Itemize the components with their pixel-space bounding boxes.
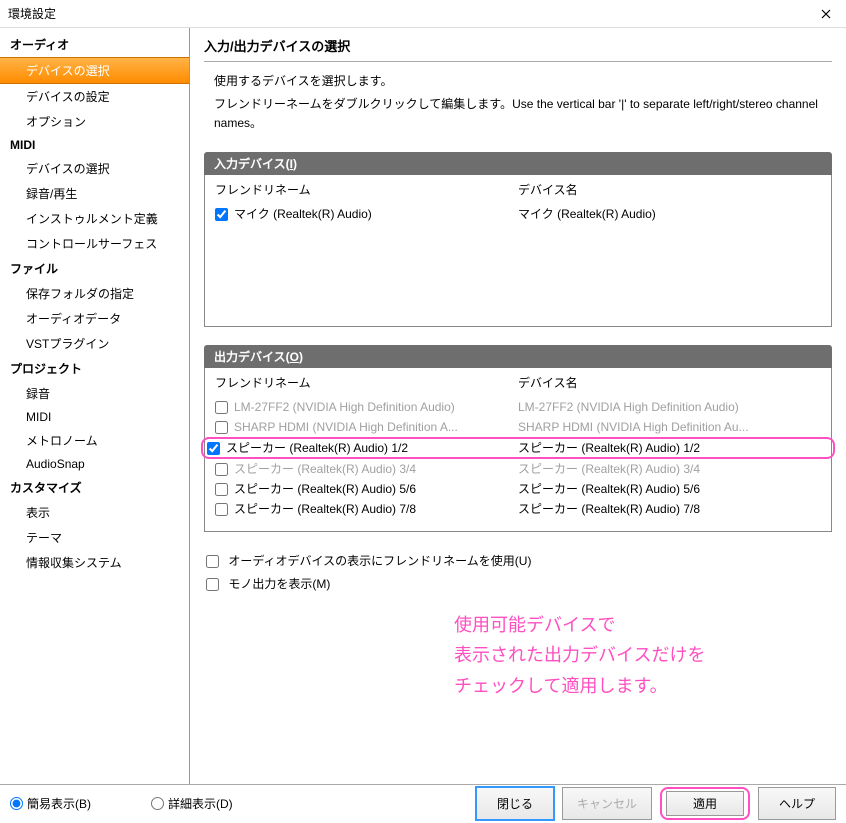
device-row[interactable]: LM-27FF2 (NVIDIA High Definition Audio) L… [205,397,831,417]
close-dialog-button[interactable]: 閉じる [476,787,554,820]
device-checkbox[interactable] [215,208,228,221]
device-name: スピーカー (Realtek(R) Audio) 3/4 [518,460,821,478]
sidebar-item[interactable]: 録音/再生 [0,181,189,206]
device-friendly-name: スピーカー (Realtek(R) Audio) 5/6 [234,482,416,496]
footer: 簡易表示(B) 詳細表示(D) 閉じる キャンセル 適用 ヘルプ [0,784,846,822]
input-col-device: デバイス名 [518,181,821,198]
device-row[interactable]: スピーカー (Realtek(R) Audio) 5/6 スピーカー (Realt… [205,479,831,499]
device-row[interactable]: スピーカー (Realtek(R) Audio) 3/4 スピーカー (Realt… [205,459,831,479]
sidebar-item[interactable]: 表示 [0,500,189,525]
output-col-friendly: フレンドリネーム [215,374,518,391]
window-title: 環境設定 [8,5,56,22]
device-name: LM-27FF2 (NVIDIA High Definition Audio) [518,398,821,416]
sidebar-item[interactable]: オーディオデータ [0,306,189,331]
device-friendly-name: スピーカー (Realtek(R) Audio) 1/2 [226,441,408,455]
device-friendly-name: マイク (Realtek(R) Audio) [234,207,372,221]
device-checkbox[interactable] [207,442,220,455]
sidebar-item[interactable]: インストゥルメント定義 [0,206,189,231]
device-checkbox[interactable] [215,421,228,434]
device-friendly-name: スピーカー (Realtek(R) Audio) 3/4 [234,462,416,476]
sidebar-item[interactable]: 情報収集システム [0,550,189,575]
sidebar-item[interactable]: デバイスの選択 [0,156,189,181]
close-button[interactable] [806,0,846,28]
sidebar-item[interactable]: AudioSnap [0,453,189,475]
radio-detail-view[interactable]: 詳細表示(D) [151,795,233,812]
sidebar-item[interactable]: MIDI [0,406,189,428]
sidebar-item[interactable]: 保存フォルダの指定 [0,281,189,306]
help-button[interactable]: ヘルプ [758,787,836,820]
device-checkbox[interactable] [215,503,228,516]
output-col-device: デバイス名 [518,374,821,391]
device-name: マイク (Realtek(R) Audio) [518,205,821,223]
sidebar-category: オーディオ [0,32,189,57]
page-desc-1: 使用するデバイスを選択します。 [214,72,832,91]
main-panel: 入力/出力デバイスの選択 使用するデバイスを選択します。 フレンドリーネームをダ… [190,28,846,784]
radio-basic-view[interactable]: 簡易表示(B) [10,795,91,812]
device-name: スピーカー (Realtek(R) Audio) 1/2 [518,439,829,457]
device-checkbox[interactable] [215,401,228,414]
option-mono-output-checkbox[interactable] [206,578,219,591]
sidebar-item[interactable]: デバイスの設定 [0,84,189,109]
device-row[interactable]: スピーカー (Realtek(R) Audio) 7/8 スピーカー (Realt… [205,499,831,519]
sidebar-category: プロジェクト [0,356,189,381]
sidebar-category: カスタマイズ [0,475,189,500]
device-name: スピーカー (Realtek(R) Audio) 5/6 [518,480,821,498]
device-friendly-name: LM-27FF2 (NVIDIA High Definition Audio) [234,400,455,414]
sidebar-category: MIDI [0,134,189,156]
sidebar-item[interactable]: VSTプラグイン [0,331,189,356]
input-device-table: フレンドリネーム デバイス名 マイク (Realtek(R) Audio)マイク… [204,175,832,327]
apply-button[interactable]: 適用 [666,791,744,816]
sidebar-item[interactable]: 録音 [0,381,189,406]
device-friendly-name: スピーカー (Realtek(R) Audio) 7/8 [234,502,416,516]
option-friendly-names-checkbox[interactable] [206,555,219,568]
sidebar: オーディオデバイスの選択デバイスの設定オプションMIDIデバイスの選択録音/再生… [0,28,190,784]
page-desc-2: フレンドリーネームをダブルクリックして編集します。Use the vertica… [214,95,832,133]
sidebar-item[interactable]: メトロノーム [0,428,189,453]
annotation-text: 使用可能デバイスで 表示された出力デバイスだけを チェックして適用します。 [454,610,832,702]
device-name: SHARP HDMI (NVIDIA High Definition Au... [518,418,821,436]
sidebar-item[interactable]: デバイスの選択 [0,57,189,84]
page-title: 入力/出力デバイスの選択 [204,36,832,62]
device-name: スピーカー (Realtek(R) Audio) 7/8 [518,500,821,518]
input-col-friendly: フレンドリネーム [215,181,518,198]
input-section-header: 入力デバイス(I) [204,152,832,175]
device-checkbox[interactable] [215,463,228,476]
device-row[interactable]: スピーカー (Realtek(R) Audio) 1/2 スピーカー (Realt… [201,437,835,459]
apply-button-highlight: 適用 [660,787,750,820]
output-section-header: 出力デバイス(O) [204,345,832,368]
device-row[interactable]: SHARP HDMI (NVIDIA High Definition A... S… [205,417,831,437]
device-friendly-name: SHARP HDMI (NVIDIA High Definition A... [234,420,458,434]
device-row[interactable]: マイク (Realtek(R) Audio) マイク (Realtek(R) Au… [205,204,831,224]
option-friendly-names[interactable]: オーディオデバイスの表示にフレンドリネームを使用(U) [206,552,832,569]
device-checkbox[interactable] [215,483,228,496]
sidebar-item[interactable]: コントロールサーフェス [0,231,189,256]
sidebar-category: ファイル [0,256,189,281]
option-mono-output[interactable]: モノ出力を表示(M) [206,575,832,592]
output-device-table: フレンドリネーム デバイス名 LM-27FF2 (NVIDIA High Def… [204,368,832,532]
cancel-button[interactable]: キャンセル [562,787,652,820]
sidebar-item[interactable]: テーマ [0,525,189,550]
titlebar: 環境設定 [0,0,846,28]
sidebar-item[interactable]: オプション [0,109,189,134]
